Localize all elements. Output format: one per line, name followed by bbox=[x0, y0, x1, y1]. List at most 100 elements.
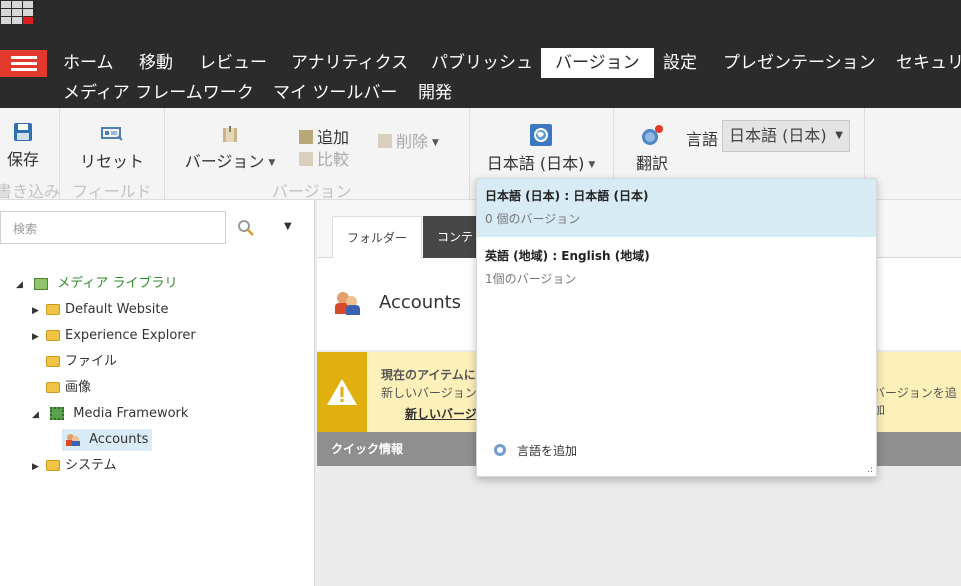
tree-item-accounts[interactable]: Accounts bbox=[62, 429, 153, 451]
language-select-value: 日本語 (日本) bbox=[729, 126, 827, 145]
tree-item-files[interactable]: ファイル bbox=[32, 351, 117, 373]
tab-my-toolbar[interactable]: マイ ツールバー bbox=[266, 78, 404, 108]
caret-down-icon: ▼ bbox=[268, 157, 276, 168]
top-bar bbox=[0, 0, 961, 30]
tree-item-media-library[interactable]: ◢ メディア ライブラリ bbox=[16, 273, 178, 295]
warning-text: 新しいバージョン bbox=[381, 386, 477, 400]
add-language-button[interactable]: 言語を追加 bbox=[493, 442, 577, 459]
translate-button[interactable]: 翻訳 bbox=[632, 124, 672, 174]
delete-version-icon bbox=[378, 134, 392, 148]
version-label: バージョン bbox=[184, 152, 265, 171]
delete-label: 削除 bbox=[396, 132, 429, 151]
tree-item-default-website[interactable]: ▶ Default Website bbox=[32, 299, 168, 321]
collapse-arrow-icon[interactable]: ◢ bbox=[16, 274, 30, 296]
language-option-title: 英語 (地域) : English (地域) bbox=[485, 249, 650, 263]
language-dropdown-menu: 日本語 (日本) : 日本語 (日本) 0 個のバージョン 英語 (地域) : … bbox=[476, 178, 877, 477]
search-icon[interactable] bbox=[237, 219, 255, 237]
search-options-caret-icon[interactable]: ▼ bbox=[284, 221, 292, 232]
folder-icon bbox=[46, 356, 60, 367]
field-group-label: フィールド bbox=[72, 182, 152, 201]
media-library-icon bbox=[34, 277, 49, 290]
add-language-label: 言語を追加 bbox=[517, 444, 578, 458]
item-title: Accounts bbox=[379, 292, 462, 313]
write-group-label: 書き込み bbox=[0, 182, 61, 201]
add-version-link[interactable]: 新しいバージ bbox=[405, 405, 477, 422]
expand-arrow-icon[interactable]: ▶ bbox=[32, 456, 46, 478]
tree-label: Default Website bbox=[65, 302, 169, 317]
accounts-icon bbox=[66, 433, 80, 446]
reset-fields-icon bbox=[101, 127, 123, 141]
add-label: 追加 bbox=[317, 128, 350, 147]
save-label: 保存 bbox=[6, 150, 39, 169]
tab-folder[interactable]: フォルダー bbox=[332, 216, 423, 258]
save-button[interactable]: 保存 bbox=[0, 122, 46, 170]
tab-security[interactable]: セキュリ bbox=[889, 48, 961, 78]
expand-arrow-icon[interactable]: ▶ bbox=[32, 326, 46, 348]
warning-icon bbox=[317, 352, 367, 432]
versions-icon bbox=[223, 126, 237, 142]
menu-icon bbox=[10, 55, 37, 72]
ribbon-navigation: ホーム 移動 レビュー アナリティクス パブリッシュ バージョン 設定 プレゼン… bbox=[0, 30, 961, 108]
add-version-button[interactable]: 追加 bbox=[299, 124, 349, 148]
language-select[interactable]: 日本語 (日本) ▼ bbox=[722, 120, 850, 152]
globe-icon bbox=[530, 124, 552, 146]
content-tree-panel: 検索 ▼ ◢ メディア ライブラリ ▶ Default Website ▶ Expe… bbox=[0, 200, 315, 586]
tab-versions[interactable]: バージョン bbox=[541, 48, 654, 78]
tab-home[interactable]: ホーム bbox=[56, 48, 121, 78]
hamburger-menu-button[interactable] bbox=[0, 50, 47, 77]
language-option-versions: 0 個のバージョン bbox=[485, 212, 581, 226]
tab-media-framework[interactable]: メディア フレームワーク bbox=[56, 78, 261, 108]
translate-icon bbox=[642, 125, 663, 145]
app-launcher-icon[interactable] bbox=[1, 1, 35, 24]
language-option-english[interactable]: 英語 (地域) : English (地域) 1個のバージョン bbox=[477, 239, 876, 297]
reset-button[interactable]: リセット bbox=[76, 126, 148, 172]
globe-add-icon bbox=[494, 444, 506, 456]
search-input[interactable]: 検索 bbox=[0, 211, 226, 244]
version-dropdown-button[interactable]: バージョン ▼ bbox=[182, 126, 278, 172]
language-field-label: 言語 bbox=[686, 130, 719, 149]
tree-label: Accounts bbox=[89, 432, 149, 447]
tree-label: 画像 bbox=[65, 380, 92, 395]
folder-icon bbox=[46, 304, 60, 315]
language-option-japanese[interactable]: 日本語 (日本) : 日本語 (日本) 0 個のバージョン bbox=[477, 179, 876, 237]
tab-navigate[interactable]: 移動 bbox=[132, 48, 180, 78]
tree-label: Experience Explorer bbox=[65, 328, 196, 343]
folder-icon bbox=[46, 330, 60, 341]
tab-analytics[interactable]: アナリティクス bbox=[284, 48, 415, 78]
compare-icon bbox=[299, 152, 313, 166]
language-dropdown-button[interactable]: 日本語 (日本) ▼ bbox=[481, 124, 601, 174]
warning-title: 現在のアイテムに bbox=[381, 368, 476, 382]
tree-item-experience-explorer[interactable]: ▶ Experience Explorer bbox=[32, 325, 196, 347]
tab-configure[interactable]: 設定 bbox=[656, 48, 704, 78]
tab-publish[interactable]: パブリッシュ bbox=[424, 48, 540, 78]
warning-text-right: バージョンを追加 bbox=[873, 386, 957, 417]
caret-down-icon: ▼ bbox=[835, 130, 843, 141]
tab-developer[interactable]: 開発 bbox=[411, 78, 459, 108]
tree-label: システム bbox=[65, 458, 117, 473]
compare-button[interactable]: 比較 bbox=[299, 146, 349, 170]
media-framework-icon bbox=[50, 407, 65, 420]
accounts-icon bbox=[335, 292, 361, 316]
version-group-label: バージョン bbox=[272, 182, 352, 201]
collapse-arrow-icon[interactable]: ◢ bbox=[32, 404, 46, 426]
caret-down-icon: ▼ bbox=[588, 159, 596, 170]
language-option-versions: 1個のバージョン bbox=[485, 272, 577, 286]
tree-label: ファイル bbox=[65, 354, 118, 369]
tree-item-images[interactable]: 画像 bbox=[32, 377, 91, 399]
tab-review[interactable]: レビュー bbox=[192, 48, 274, 78]
translate-label: 翻訳 bbox=[635, 154, 668, 173]
resize-handle-icon[interactable]: .: bbox=[867, 465, 873, 475]
folder-icon bbox=[46, 382, 60, 393]
expand-arrow-icon[interactable]: ▶ bbox=[32, 300, 46, 322]
reset-label: リセット bbox=[79, 152, 144, 171]
tab-presentation[interactable]: プレゼンテーション bbox=[716, 48, 883, 78]
save-icon bbox=[14, 123, 32, 141]
folder-icon bbox=[46, 460, 60, 471]
tree-label: Media Framework bbox=[73, 406, 189, 421]
delete-version-button[interactable]: 削除 ▼ bbox=[378, 128, 439, 152]
tree-label: メディア ライブラリ bbox=[57, 276, 178, 291]
add-version-icon bbox=[299, 130, 313, 144]
language-label: 日本語 (日本) bbox=[486, 154, 585, 173]
tree-item-system[interactable]: ▶ システム bbox=[32, 455, 117, 477]
tree-item-media-framework[interactable]: ◢ Media Framework bbox=[32, 403, 188, 425]
